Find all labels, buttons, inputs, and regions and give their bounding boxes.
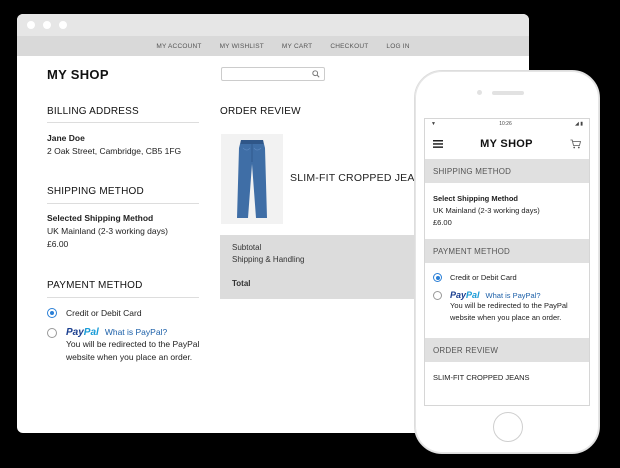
search-icon[interactable] xyxy=(312,70,320,78)
phone-screen: ▼ 10:26 ◢ ▮ MY SHOP SHIPPING METHOD Sele… xyxy=(424,118,590,406)
product-image[interactable] xyxy=(221,134,283,224)
divider xyxy=(47,297,199,298)
mobile-product-name[interactable]: SLIM-FIT CROPPED JEANS xyxy=(433,372,581,384)
cart-icon[interactable] xyxy=(570,139,581,149)
hamburger-menu-icon[interactable] xyxy=(433,140,443,148)
payment-method-title: PAYMENT METHOD xyxy=(47,280,143,291)
mobile-shipping-band[interactable]: SHIPPING METHOD xyxy=(425,159,589,183)
window-titlebar xyxy=(17,14,529,36)
mobile-shipping-heading: Select Shipping Method xyxy=(433,194,519,203)
mobile-shipping-price: £6.00 xyxy=(433,218,452,227)
mobile-paypal-logo: PayPal xyxy=(450,290,480,300)
mobile-payment-option-card[interactable]: Credit or Debit Card xyxy=(433,272,581,284)
shop-title: MY SHOP xyxy=(47,67,109,82)
shipping-price: £6.00 xyxy=(47,239,69,249)
mobile-paypal-logo-pal: Pal xyxy=(466,290,480,300)
mobile-shipping-option: UK Mainland (2-3 working days) xyxy=(433,206,540,215)
nav-checkout[interactable]: CHECKOUT xyxy=(330,43,368,50)
billing-address-title: BILLING ADDRESS xyxy=(47,106,139,117)
search-input[interactable] xyxy=(221,67,325,81)
paypal-logo: PayPal xyxy=(66,327,99,338)
nav-my-cart[interactable]: MY CART xyxy=(282,43,312,50)
billing-name: Jane Doe xyxy=(47,133,85,143)
billing-address: 2 Oak Street, Cambridge, CB5 1FG xyxy=(47,146,182,156)
mobile-paypal-radio[interactable] xyxy=(433,291,442,300)
mobile-what-is-paypal-link[interactable]: What is PayPal? xyxy=(486,291,541,300)
payment-option-card[interactable]: Credit or Debit Card xyxy=(47,307,142,320)
total-label: Total xyxy=(232,279,251,288)
divider xyxy=(47,203,199,204)
payment-option-paypal[interactable]: PayPal What is PayPal? You will be redir… xyxy=(47,327,207,364)
nav-my-account[interactable]: MY ACCOUNT xyxy=(156,43,201,50)
status-time: 10:26 xyxy=(499,121,512,127)
order-review-title: ORDER REVIEW xyxy=(220,106,301,117)
nav-log-in[interactable]: LOG IN xyxy=(386,43,409,50)
paypal-logo-pal: Pal xyxy=(83,327,99,338)
order-totals: Subtotal Shipping & Handling Total xyxy=(220,235,440,299)
shipping-handling-label: Shipping & Handling xyxy=(232,255,305,264)
card-radio[interactable] xyxy=(47,308,57,318)
card-label: Credit or Debit Card xyxy=(66,308,142,318)
what-is-paypal-link[interactable]: What is PayPal? xyxy=(105,327,167,337)
window-minimize-dot[interactable] xyxy=(43,21,51,29)
mobile-paypal-logo-pay: Pay xyxy=(450,290,467,300)
paypal-logo-pay: Pay xyxy=(66,327,84,338)
home-button[interactable] xyxy=(493,412,523,442)
mobile-card-label: Credit or Debit Card xyxy=(450,273,517,282)
mobile-header: MY SHOP xyxy=(425,129,589,159)
status-bar: ▼ 10:26 ◢ ▮ xyxy=(425,119,589,129)
paypal-note: You will be redirected to the PayPal web… xyxy=(66,339,200,362)
signal-icon: ▼ xyxy=(431,121,436,127)
subtotal-label: Subtotal xyxy=(232,243,262,252)
jeans-image xyxy=(237,140,267,218)
battery-icon: ◢ ▮ xyxy=(575,121,583,127)
mobile-payment-band[interactable]: PAYMENT METHOD xyxy=(425,239,589,263)
phone-device: ▼ 10:26 ◢ ▮ MY SHOP SHIPPING METHOD Sele… xyxy=(414,70,600,454)
window-close-dot[interactable] xyxy=(27,21,35,29)
window-maximize-dot[interactable] xyxy=(59,21,67,29)
mobile-shop-title: MY SHOP xyxy=(480,138,533,150)
shipping-option: UK Mainland (2-3 working days) xyxy=(47,226,168,236)
mobile-card-radio[interactable] xyxy=(433,273,442,282)
product-name[interactable]: SLIM-FIT CROPPED JEANS xyxy=(290,172,430,184)
shipping-method-title: SHIPPING METHOD xyxy=(47,186,144,197)
mobile-payment-option-paypal[interactable]: PayPal What is PayPal? You will be redir… xyxy=(433,290,581,324)
mobile-payment-section: Credit or Debit Card PayPal What is PayP… xyxy=(425,263,589,338)
paypal-radio[interactable] xyxy=(47,328,57,338)
mobile-order-review-band[interactable]: ORDER REVIEW xyxy=(425,338,589,362)
phone-camera xyxy=(477,90,482,95)
mobile-order-review-section: SLIM-FIT CROPPED JEANS xyxy=(425,362,589,394)
top-navigation: MY ACCOUNT MY WISHLIST MY CART CHECKOUT … xyxy=(17,36,529,56)
phone-speaker xyxy=(492,91,524,95)
mobile-paypal-note: You will be redirected to the PayPal web… xyxy=(450,301,568,322)
divider xyxy=(47,122,199,123)
shipping-heading: Selected Shipping Method xyxy=(47,213,154,223)
mobile-shipping-section: Select Shipping Method UK Mainland (2-3 … xyxy=(425,183,589,239)
nav-my-wishlist[interactable]: MY WISHLIST xyxy=(220,43,264,50)
